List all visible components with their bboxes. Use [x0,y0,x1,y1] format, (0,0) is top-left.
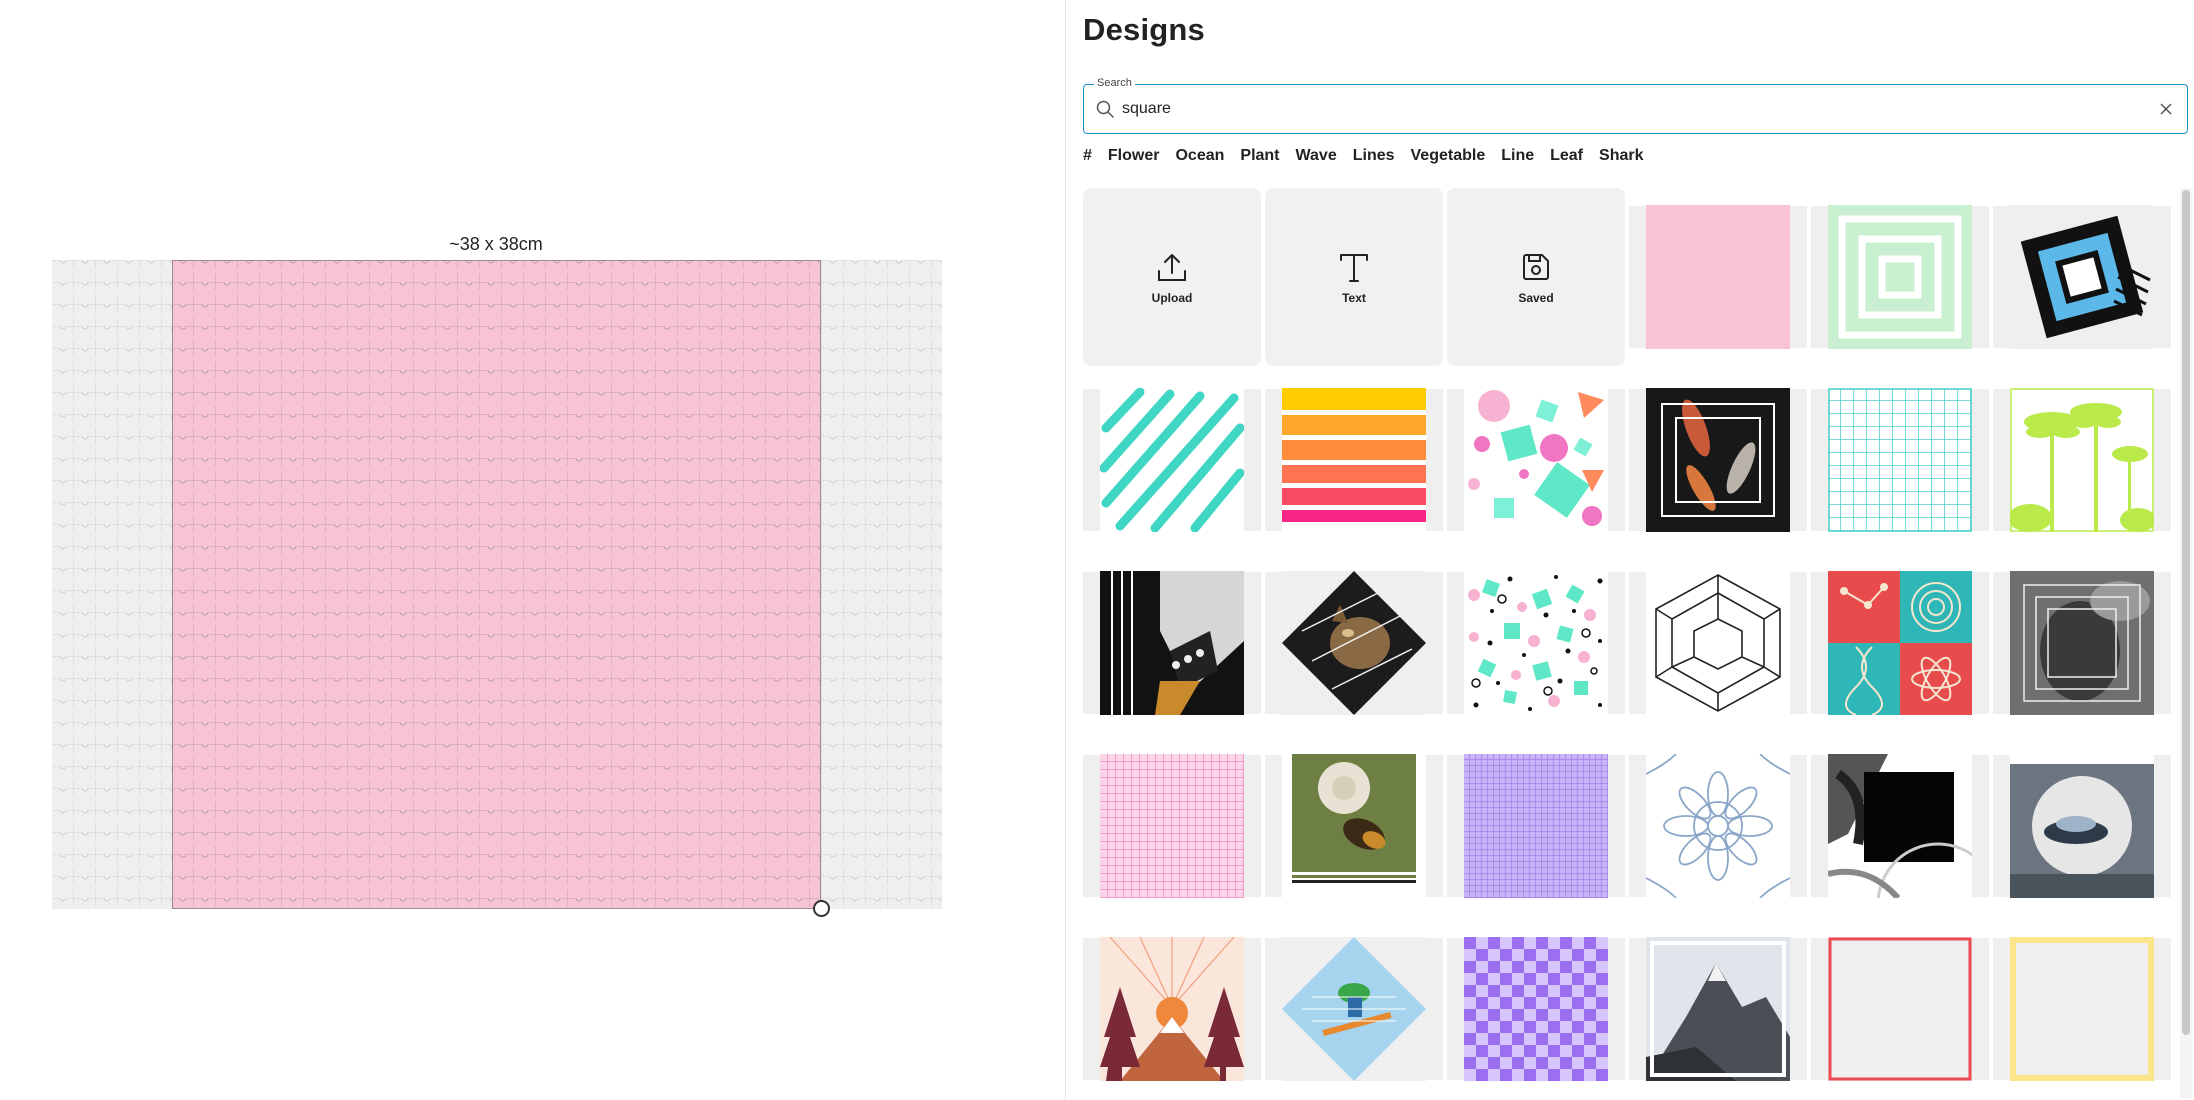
design-tile[interactable] [1447,554,1625,732]
blue-mandala-thumbnail [1646,754,1790,898]
design-tile[interactable] [1993,737,2171,915]
teal-scribble-thumbnail [1100,388,1244,532]
confetti-shapes-thumbnail [1464,388,1608,532]
search-legend: Search [1094,76,1135,90]
tag-lines[interactable]: Lines [1353,147,1395,165]
design-tile[interactable] [1629,188,1807,366]
design-tile[interactable] [1083,371,1261,549]
text-label: Text [1342,291,1366,305]
purple-gingham-thumbnail [1464,754,1608,898]
design-print-area[interactable] [172,260,821,909]
upload-icon [1158,254,1186,281]
design-tile[interactable] [1993,920,2171,1098]
resize-handle[interactable] [813,900,830,917]
panel-title: Designs [1083,12,1205,47]
search-input[interactable] [1122,94,2122,124]
scrollbar[interactable] [2182,190,2190,1035]
red-frame-thumbnail [1828,937,1972,1081]
tag-plant[interactable]: Plant [1240,147,1279,165]
bw-nested-squares-thumbnail [2010,571,2154,715]
design-tile[interactable] [1811,188,1989,366]
designs-panel: Designs Search # Flower Ocean Plant Wave… [1065,0,2194,1100]
bw-cyclist-thumbnail [1828,754,1972,898]
design-tile[interactable] [1447,371,1625,549]
cat-diamond-thumbnail [1282,571,1426,715]
snowboarder-diamond-thumbnail [1282,937,1426,1081]
design-tile[interactable] [1811,554,1989,732]
impossible-cube-thumbnail [1646,571,1790,715]
design-tile[interactable] [1265,554,1443,732]
saved-label: Saved [1518,291,1554,305]
design-tile[interactable] [1265,371,1443,549]
clear-icon[interactable] [2157,100,2175,118]
design-tile[interactable] [1811,737,1989,915]
save-icon [1523,254,1549,280]
pink-square-thumbnail [1646,205,1790,349]
tag-shark[interactable]: Shark [1599,147,1643,165]
tag-leaf[interactable]: Leaf [1550,147,1583,165]
design-tile[interactable] [1083,554,1261,732]
car-circle-thumbnail [2010,754,2154,898]
design-tile[interactable] [1265,737,1443,915]
design-tile[interactable] [1811,371,1989,549]
design-tile[interactable] [1629,554,1807,732]
concentric-squares-thumbnail [1828,205,1972,349]
yellow-frame-thumbnail [2010,937,2154,1081]
koi-photo-thumbnail [1646,388,1790,532]
design-tile[interactable] [1083,920,1261,1098]
bee-flower-thumbnail [1282,754,1426,898]
upload-label: Upload [1151,291,1193,305]
mountain-photo-thumbnail [1646,937,1790,1081]
design-tile[interactable] [1629,737,1807,915]
tag-wave[interactable]: Wave [1296,147,1337,165]
puzzle-size-label: ~38 x 38cm [449,234,543,254]
design-tile[interactable] [1811,920,1989,1098]
text-icon [1340,254,1368,282]
dots-confetti-thumbnail [1464,571,1608,715]
design-grid: Upload Text Saved [1083,188,2175,1100]
design-tile[interactable] [1993,371,2171,549]
upload-button[interactable]: Upload [1083,188,1261,366]
blue-black-square-thumbnail [2010,205,2154,349]
design-puzzle-overlay [172,260,821,909]
palm-trees-thumbnail [2010,388,2154,532]
mountain-sunrise-thumbnail [1100,937,1244,1081]
tag-filter-row: # Flower Ocean Plant Wave Lines Vegetabl… [1083,147,1643,165]
design-tile[interactable] [1993,188,2171,366]
design-tile[interactable] [1447,737,1625,915]
guitar-photo-thumbnail [1100,571,1244,715]
tag-flower[interactable]: Flower [1108,147,1160,165]
teal-grid-thumbnail [1828,388,1972,532]
purple-checkerboard-thumbnail [1464,937,1608,1081]
tag-hash[interactable]: # [1083,147,1092,165]
design-tile[interactable] [1447,920,1625,1098]
text-button[interactable]: Text [1265,188,1443,366]
puzzle-canvas-area: ~38 x 38cm [0,0,1065,1100]
tag-ocean[interactable]: Ocean [1175,147,1224,165]
saved-button[interactable]: Saved [1447,188,1625,366]
sunset-stripes-thumbnail [1282,388,1426,532]
design-tile[interactable] [1629,371,1807,549]
design-tile[interactable] [1629,920,1807,1098]
tag-vegetable[interactable]: Vegetable [1411,147,1486,165]
pink-gingham-thumbnail [1100,754,1244,898]
search-box[interactable]: Search [1083,76,2188,134]
design-tile[interactable] [1083,737,1261,915]
science-quad-thumbnail [1828,571,1972,715]
design-tile[interactable] [1993,554,2171,732]
search-icon [1096,100,1114,118]
design-tile[interactable] [1265,920,1443,1098]
tag-line[interactable]: Line [1501,147,1534,165]
